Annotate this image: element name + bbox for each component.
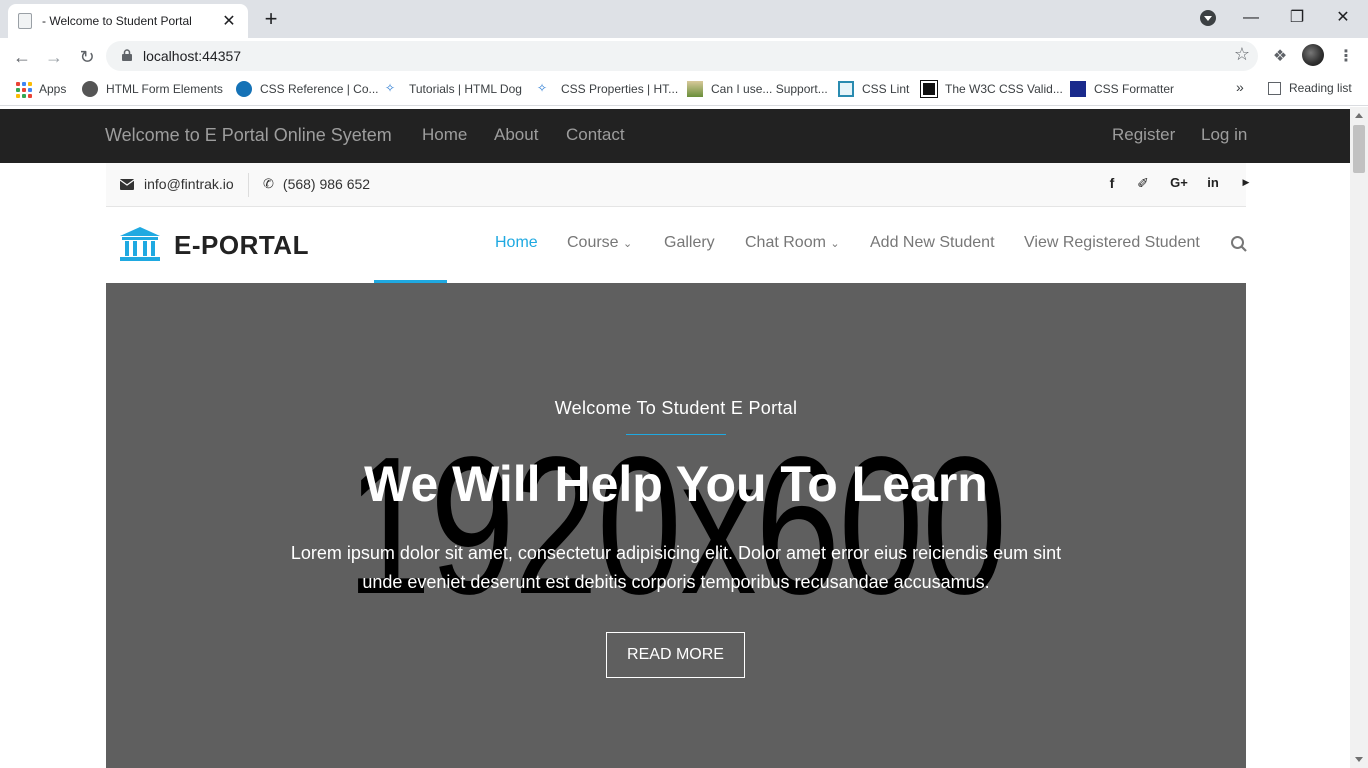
bookmark-css-formatter[interactable]: CSS Formatter	[1070, 81, 1174, 97]
navbar-brand-link[interactable]: Welcome to E Portal Online Syetem	[105, 125, 392, 146]
menu-course-label: Course	[567, 234, 619, 251]
apps-grid-icon	[15, 81, 32, 98]
menu-chat-room-label: Chat Room	[745, 234, 826, 251]
email-contact[interactable]: info@fintrak.io	[120, 176, 234, 192]
twitter-icon[interactable]: ✐	[1134, 175, 1152, 192]
scroll-down-arrow-icon[interactable]	[1355, 757, 1363, 762]
phone-icon: ✆	[263, 176, 274, 191]
read-more-button[interactable]: READ MORE	[606, 632, 745, 678]
register-link[interactable]: Register	[1112, 125, 1175, 145]
page-favicon-icon	[18, 13, 32, 29]
restore-icon[interactable]: ❐	[1282, 6, 1312, 30]
browser-menu-icon[interactable]: ⋮	[1335, 46, 1357, 68]
menu-home[interactable]: Home	[495, 234, 538, 252]
w3c-validator-icon	[920, 80, 938, 98]
bookmark-star-icon[interactable]: ☆	[1234, 44, 1250, 65]
phone-text: (568) 986 652	[282, 176, 371, 192]
bookmark-css-reference[interactable]: CSS Reference | Co...	[236, 81, 379, 97]
forward-arrow-icon[interactable]: →	[41, 44, 67, 70]
bookmarks-bar: Apps HTML Form Elements CSS Reference | …	[0, 74, 1368, 106]
close-tab-icon[interactable]: ✕	[220, 11, 238, 31]
youtube-icon[interactable]: ▶	[1237, 177, 1255, 188]
css-lint-icon	[838, 81, 854, 97]
page-viewport: Welcome to E Portal Online Syetem Home A…	[0, 107, 1350, 768]
contact-info-bar: info@fintrak.io ✆ (568) 986 652 f ✐ G+ i…	[106, 163, 1249, 207]
envelope-icon	[120, 178, 134, 190]
bookmark-tutorials-html-dog[interactable]: ✧ Tutorials | HTML Dog	[385, 81, 522, 97]
bookmark-label: Can I use... Support...	[711, 82, 828, 96]
nav-link-home[interactable]: Home	[422, 125, 467, 145]
css-formatter-icon	[1070, 81, 1086, 97]
top-navbar: Welcome to E Portal Online Syetem Home A…	[0, 109, 1350, 163]
phone-contact[interactable]: ✆ (568) 986 652	[263, 176, 370, 192]
html-dog-icon: ✧	[385, 81, 396, 95]
login-link[interactable]: Log in	[1201, 125, 1247, 145]
chevron-down-icon: ⌄	[830, 238, 840, 250]
bookmark-html-form-elements[interactable]: HTML Form Elements	[82, 81, 223, 97]
hero-subtitle: Welcome To Student E Portal	[554, 398, 798, 418]
chevron-down-icon: ⌄	[623, 238, 633, 250]
hero-divider	[626, 434, 726, 435]
bookmark-label: HTML Form Elements	[106, 82, 223, 96]
bookmark-label: The W3C CSS Valid...	[945, 82, 1063, 96]
bookmark-label: CSS Lint	[862, 82, 910, 96]
bank-building-icon	[120, 227, 160, 261]
address-bar-row: ← → ↻ localhost:44357 ☆ ❖ ⋮	[0, 38, 1368, 74]
bookmark-label: CSS Reference | Co...	[260, 82, 379, 96]
hero-banner: 1920x600 Welcome To Student E Portal We …	[106, 283, 1246, 768]
facebook-icon[interactable]: f	[1103, 175, 1121, 191]
reading-list-icon	[1268, 81, 1281, 95]
google-plus-icon[interactable]: G+	[1168, 175, 1190, 190]
site-logo[interactable]: E-PORTAL	[120, 227, 309, 263]
bookmark-can-i-use[interactable]: Can I use... Support...	[687, 81, 828, 97]
window-close-icon[interactable]: ✕	[1328, 6, 1358, 30]
tab-search-icon[interactable]	[1200, 10, 1216, 26]
extensions-puzzle-icon[interactable]: ❖	[1269, 46, 1291, 68]
contact-divider	[248, 173, 249, 197]
can-i-use-icon	[687, 81, 703, 97]
scroll-up-arrow-icon[interactable]	[1355, 113, 1363, 118]
hero-headline: We Will Help You To Learn	[364, 456, 988, 512]
new-tab-button[interactable]: +	[258, 6, 284, 32]
bookmark-css-properties[interactable]: ✧ CSS Properties | HT...	[537, 81, 678, 97]
tab-title: - Welcome to Student Portal	[42, 14, 192, 28]
nav-link-contact[interactable]: Contact	[566, 125, 625, 145]
reload-icon[interactable]: ↻	[74, 44, 100, 70]
logo-text: E-PORTAL	[174, 229, 309, 260]
browser-tab[interactable]: - Welcome to Student Portal ✕	[8, 4, 248, 38]
lock-icon	[122, 49, 132, 61]
scrollbar-thumb[interactable]	[1353, 125, 1365, 173]
nav-link-about[interactable]: About	[494, 125, 538, 145]
email-text: info@fintrak.io	[144, 176, 234, 192]
html-dog-icon: ✧	[537, 81, 548, 95]
linkedin-icon[interactable]: in	[1204, 175, 1222, 190]
bookmark-label: Apps	[39, 82, 67, 96]
menu-gallery[interactable]: Gallery	[664, 234, 715, 252]
back-arrow-icon[interactable]: ←	[9, 44, 35, 70]
menu-add-new-student[interactable]: Add New Student	[870, 234, 995, 252]
search-icon[interactable]	[1230, 235, 1248, 253]
url-bar[interactable]: localhost:44357 ☆	[106, 41, 1258, 71]
bookmark-apps[interactable]: Apps	[15, 81, 67, 98]
bookmark-label: Tutorials | HTML Dog	[409, 82, 522, 96]
hero-lead-text: Lorem ipsum dolor sit amet, consectetur …	[290, 543, 1062, 592]
more-bookmarks-chevron-icon[interactable]: »	[1236, 79, 1244, 95]
page-scrollbar[interactable]	[1350, 107, 1368, 768]
minimize-icon[interactable]: —	[1236, 6, 1266, 30]
url-text: localhost:44357	[143, 48, 242, 64]
bookmark-label: CSS Formatter	[1094, 82, 1175, 96]
bookmark-css-lint[interactable]: CSS Lint	[838, 81, 909, 97]
main-navigation: E-PORTAL Home Course ⌄ Gallery Chat Room…	[106, 207, 1248, 283]
menu-course[interactable]: Course ⌄	[567, 234, 632, 252]
browser-tab-strip: - Welcome to Student Portal ✕ + — ❐ ✕	[0, 0, 1368, 38]
reading-list-button[interactable]: Reading list	[1268, 81, 1352, 95]
bookmark-label: CSS Properties | HT...	[561, 82, 679, 96]
menu-view-registered-student[interactable]: View Registered Student	[1024, 234, 1200, 252]
bookmark-w3c-css-validator[interactable]: The W3C CSS Valid...	[920, 80, 1063, 98]
profile-avatar[interactable]	[1302, 44, 1324, 66]
reading-list-label: Reading list	[1289, 81, 1352, 95]
menu-chat-room[interactable]: Chat Room ⌄	[745, 234, 840, 252]
css-reference-icon	[236, 81, 252, 97]
globe-icon	[82, 81, 98, 97]
